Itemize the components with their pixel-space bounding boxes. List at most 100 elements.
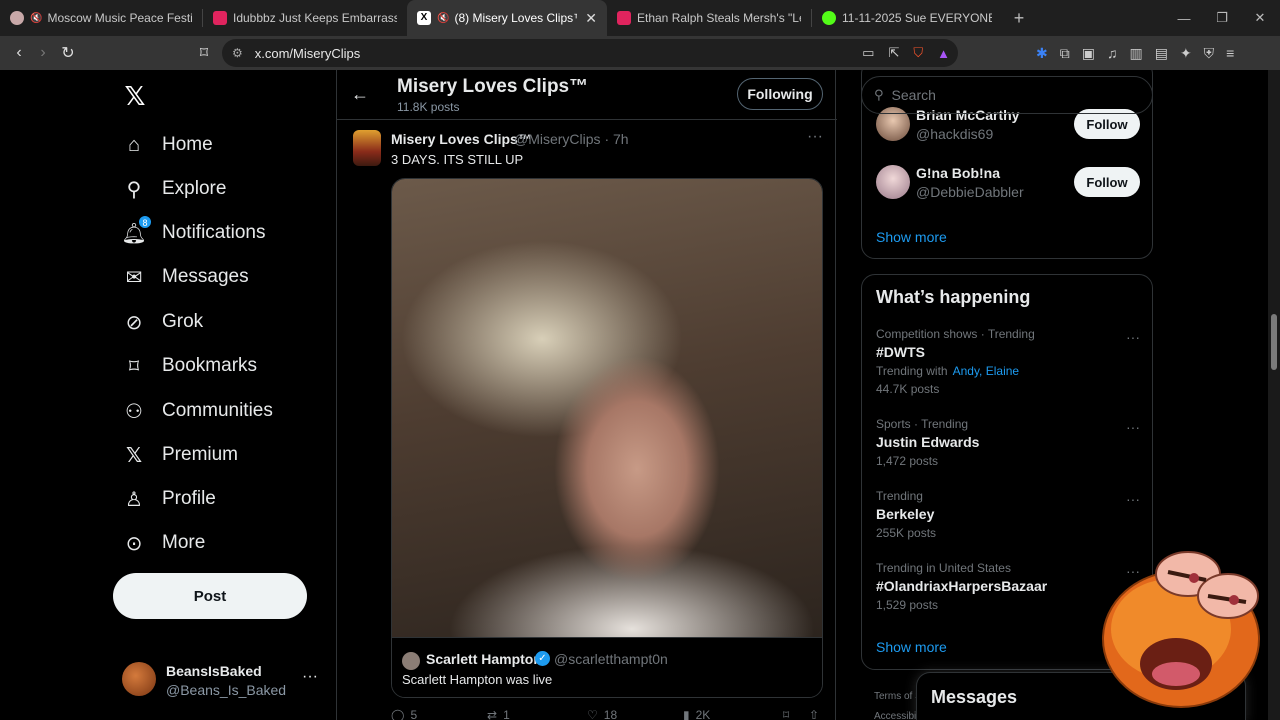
repost-button[interactable]: ⇄ 1	[487, 708, 510, 720]
following-button[interactable]: Following	[737, 78, 823, 110]
nav-premium[interactable]: 𝕏 Premium	[122, 438, 238, 472]
trending-with-link[interactable]: Andy, Elaine	[953, 364, 1020, 378]
quoted-author-handle: @scarletthampt0n	[554, 651, 668, 667]
search-icon: ⚲	[126, 178, 142, 201]
x-logo-icon[interactable]: 𝕏	[121, 82, 149, 110]
show-more-link[interactable]: Show more	[876, 639, 947, 655]
nav-messages[interactable]: ✉ Messages	[122, 260, 249, 294]
account-switcher[interactable]: BeansIsBaked @Beans_Is_Baked ···	[122, 660, 322, 700]
brave-rewards-icon[interactable]: ▲	[937, 46, 950, 61]
site-settings-icon[interactable]: ⚙	[232, 46, 243, 60]
quoted-video-card[interactable]: Scarlett Hampton ✓ @scarletthampt0n Scar…	[391, 178, 823, 698]
more-options-icon[interactable]: ···	[1126, 329, 1140, 345]
tweet-author-name[interactable]: Misery Loves Clips™	[391, 131, 532, 147]
reload-icon[interactable]: ↻	[55, 40, 81, 66]
puzzle-icon[interactable]: ⧉	[1060, 45, 1070, 62]
new-tab-button[interactable]: +	[1002, 8, 1036, 29]
views-button[interactable]: ▮ 2K	[683, 708, 710, 720]
more-options-icon[interactable]: ···	[302, 668, 318, 686]
trend-post-count: 255K posts	[876, 526, 937, 540]
vpn-icon[interactable]: ⛨	[1204, 45, 1215, 62]
youtube-favicon-icon	[213, 11, 227, 25]
post-button[interactable]: Post	[113, 573, 307, 619]
profile-title: Misery Loves Clips™	[397, 76, 589, 97]
sidebar-icon[interactable]: ▥	[1129, 45, 1142, 62]
nav-more[interactable]: ⊙ More	[122, 526, 206, 560]
tab-capture-icon[interactable]: ▣	[1082, 45, 1095, 62]
nav-grok[interactable]: ⊘ Grok	[122, 305, 204, 339]
tweet-author-handle[interactable]: @MiseryClips · 7h	[514, 131, 629, 147]
nav-profile[interactable]: ♙ Profile	[122, 482, 216, 516]
brave-shield-icon[interactable]: ⛉	[913, 45, 923, 61]
wallet-icon[interactable]: ▤	[1155, 45, 1168, 62]
page-scrollbar[interactable]	[1268, 70, 1280, 720]
trend-item[interactable]: Trending Berkeley 255K posts ···	[876, 489, 1140, 540]
suggested-account[interactable]: G!na Bob!na @DebbieDabbler Follow	[876, 165, 1140, 205]
follow-button[interactable]: Follow	[1074, 167, 1140, 197]
nav-label: Notifications	[162, 222, 266, 243]
restore-window-icon[interactable]: ❐	[1202, 0, 1242, 36]
nav-explore[interactable]: ⚲ Explore	[122, 172, 227, 206]
close-window-icon[interactable]: ✕	[1240, 0, 1280, 36]
account-name: G!na Bob!na	[916, 165, 1000, 181]
video-thumbnail[interactable]	[392, 179, 822, 637]
extension-icon[interactable]: ✱	[1036, 45, 1048, 62]
nav-label: Communities	[162, 400, 273, 421]
nav-home[interactable]: ⌂ Home	[122, 128, 213, 162]
url-text: x.com/MiseryClips	[254, 45, 361, 61]
muted-speaker-icon[interactable]: 🔇	[437, 13, 449, 24]
bookmark-button[interactable]: ⌑	[783, 708, 789, 720]
like-button[interactable]: ♡ 18	[587, 708, 617, 720]
more-options-icon[interactable]: ···	[1126, 419, 1140, 435]
tab-sue-everyone[interactable]: 11-11-2025 Sue EVERYONE!	[812, 0, 1002, 36]
trend-item[interactable]: Sports · Trending Justin Edwards 1,472 p…	[876, 417, 1140, 468]
share-icon[interactable]: ⇱	[888, 45, 899, 61]
nav-bookmarks[interactable]: ⌑ Bookmarks	[122, 349, 257, 383]
trend-post-count: 1,472 posts	[876, 454, 939, 468]
accessibility-link[interactable]: Accessibil	[874, 707, 922, 720]
search-input[interactable]: ⚲ Search	[861, 76, 1153, 114]
terms-link[interactable]: Terms of S	[874, 687, 922, 707]
nav-label: Bookmarks	[162, 355, 258, 376]
avatar	[402, 652, 420, 670]
quoted-text: Scarlett Hampton was live	[402, 672, 553, 687]
muted-speaker-icon[interactable]: 🔇	[30, 13, 42, 24]
back-arrow-icon[interactable]: ←	[351, 84, 369, 105]
nav-communities[interactable]: ⚇ Communities	[122, 394, 273, 428]
grok-icon: ⊘	[125, 311, 143, 334]
reply-button[interactable]: ◯ 5	[391, 708, 417, 720]
more-options-icon[interactable]: ···	[1126, 491, 1140, 507]
tab-moscow-festival[interactable]: 🔇 Moscow Music Peace Festival - 1	[0, 0, 202, 36]
forward-icon[interactable]: ›	[30, 40, 56, 66]
divider	[337, 119, 837, 120]
x-page: 𝕏 ⌂ Home ⚲ Explore 🔔︎ 8 Notifications ✉ M…	[0, 70, 1268, 720]
tab-idubbbz[interactable]: Idubbbz Just Keeps Embarrassing Hi	[203, 0, 407, 36]
view-count: 2K	[695, 708, 711, 720]
minimize-window-icon[interactable]: —	[1164, 0, 1204, 36]
share-button[interactable]: ⇧	[809, 708, 819, 720]
show-more-link[interactable]: Show more	[876, 229, 947, 245]
address-bar[interactable]: ⚙ x.com/MiseryClips ▭ ⇱ ⛉ ▲	[222, 39, 958, 67]
menu-icon[interactable]: ≡	[1226, 45, 1234, 61]
scrollbar-thumb[interactable]	[1271, 314, 1277, 370]
panel-title: What’s happening	[876, 287, 1031, 307]
leo-icon[interactable]: ✦	[1180, 45, 1192, 62]
bookmark-page-icon[interactable]: ⌑	[191, 40, 217, 66]
cast-icon[interactable]: ▭	[862, 45, 874, 61]
share-icon: ⇧	[809, 708, 820, 720]
account-name: BeansIsBaked	[166, 663, 262, 679]
close-tab-icon[interactable]: ✕	[585, 10, 597, 27]
nav-notifications[interactable]: 🔔︎ 8 Notifications	[121, 215, 266, 250]
trend-item[interactable]: Competition shows · Trending #DWTS Trend…	[876, 327, 1140, 396]
more-options-icon[interactable]: ···	[807, 128, 823, 146]
back-icon[interactable]: ‹	[6, 40, 32, 66]
quoted-post[interactable]: Scarlett Hampton ✓ @scarletthampt0n Scar…	[392, 637, 822, 697]
tab-misery-clips[interactable]: X 🔇 (8) Misery Loves Clips™ (@Mi ✕	[407, 0, 607, 36]
account-handle: @Beans_Is_Baked	[166, 682, 287, 698]
emoji-sticker-overlay	[1102, 551, 1260, 708]
tab-ethan-ralph[interactable]: Ethan Ralph Steals Mersh's "Leftover	[607, 0, 811, 36]
avatar[interactable]	[353, 130, 381, 166]
site-favicon-icon	[10, 11, 24, 25]
nav-label: Profile	[162, 488, 216, 509]
music-icon[interactable]: ♫	[1107, 45, 1118, 61]
